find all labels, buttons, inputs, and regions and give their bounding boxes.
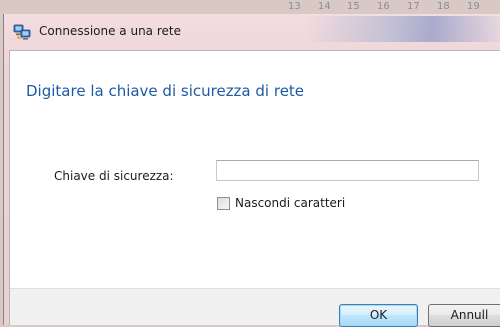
background-calendar-day: 18 xyxy=(437,1,450,12)
dialog-heading: Digitare la chiave di sicurezza di rete xyxy=(26,82,305,100)
dialog-button-bar: OK Annull xyxy=(10,288,500,327)
hide-characters-checkbox[interactable] xyxy=(217,197,230,210)
connect-network-dialog: Connessione a una rete Digitare la chiav… xyxy=(3,14,500,327)
background-calendar-day: 15 xyxy=(347,1,360,12)
network-connection-icon xyxy=(13,23,31,41)
cancel-button[interactable]: Annull xyxy=(428,304,500,327)
hide-characters-label[interactable]: Nascondi caratteri xyxy=(235,196,345,210)
background-calendar-day: 14 xyxy=(318,1,331,12)
background-calendar-day: 13 xyxy=(288,1,301,12)
background-calendar-strip: 13 14 15 16 17 18 19 xyxy=(250,0,500,14)
window-title: Connessione a una rete xyxy=(39,24,181,38)
security-key-input[interactable] xyxy=(216,160,479,181)
ok-button[interactable]: OK xyxy=(339,304,418,327)
title-bar-glass xyxy=(304,16,500,42)
background-calendar-day: 16 xyxy=(377,1,390,12)
security-key-label: Chiave di sicurezza: xyxy=(54,169,174,183)
title-bar[interactable]: Connessione a una rete xyxy=(4,14,500,50)
dialog-client-area: Digitare la chiave di sicurezza di rete … xyxy=(9,50,500,327)
background-calendar-day: 19 xyxy=(467,1,480,12)
background-calendar-day: 17 xyxy=(407,1,420,12)
